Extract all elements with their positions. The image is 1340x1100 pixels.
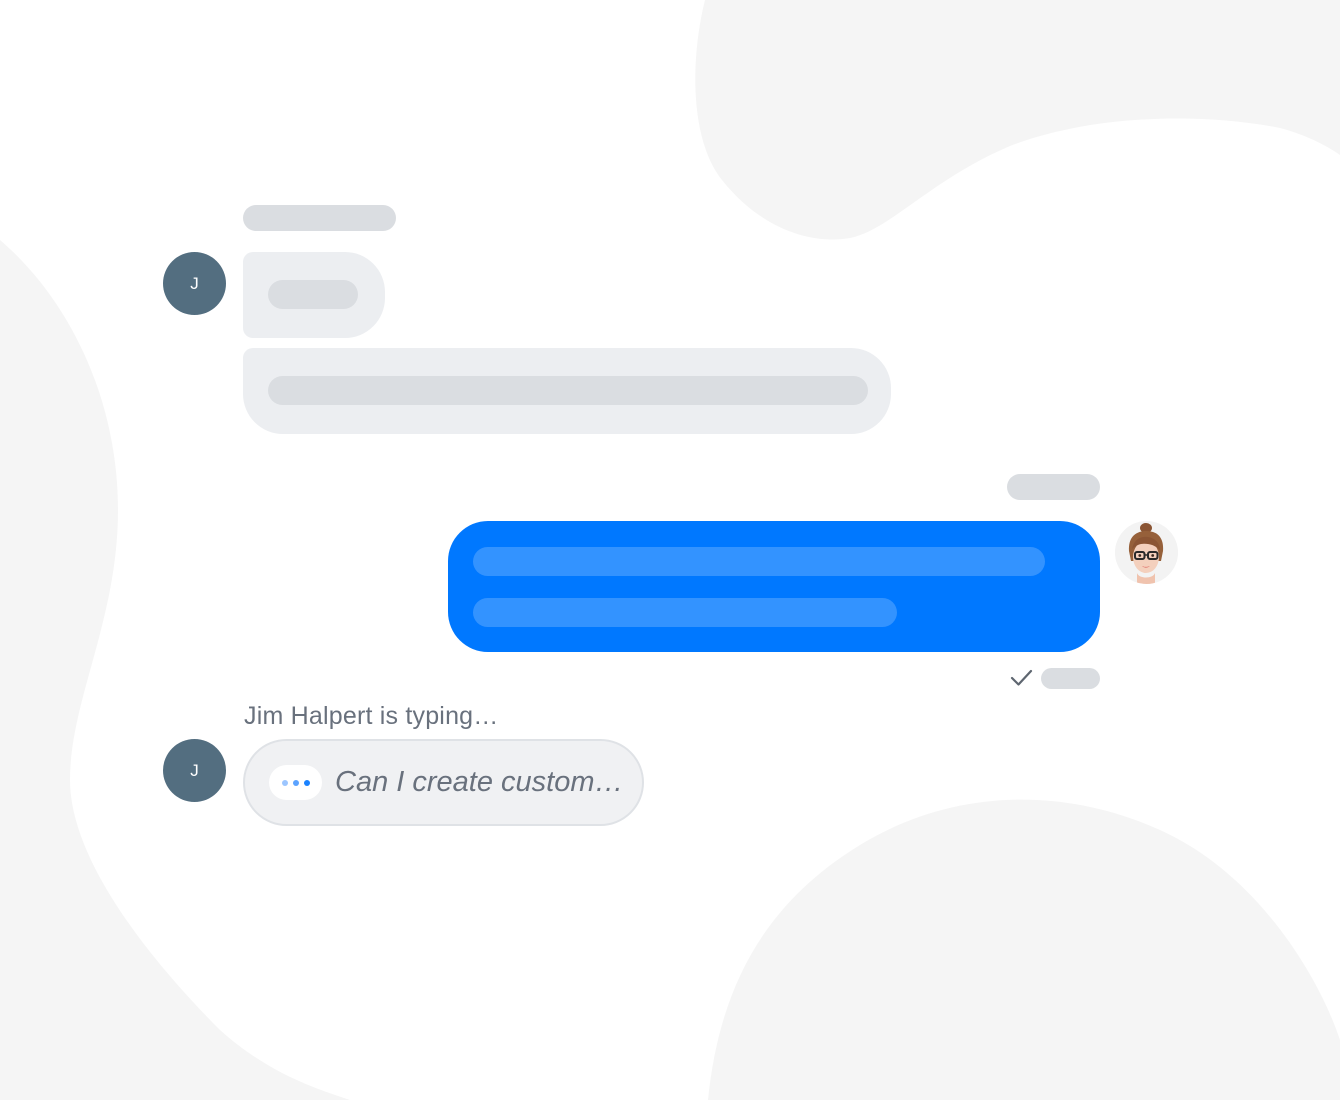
agent-avatar[interactable] [1115,521,1178,584]
check-icon [1010,669,1033,686]
typing-dot [303,779,310,786]
blob-top-right [695,0,1340,240]
typing-dot [281,779,288,786]
message-timestamp-placeholder [1041,668,1100,689]
typing-dots-icon [269,765,322,800]
agent-photo-icon [1115,521,1178,584]
typing-preview-bubble: Can I create custom… [243,739,644,826]
avatar-initial: J [190,273,199,293]
blob-bottom-right [708,799,1340,1100]
incoming-message-bubble-short [243,252,385,338]
typing-user-avatar[interactable]: J [163,739,226,802]
incoming-sender-name-placeholder [243,205,396,231]
incoming-avatar[interactable]: J [163,252,226,315]
message-text-placeholder-line-1 [473,547,1045,576]
outgoing-message-bubble [448,521,1100,652]
avatar-initial: J [190,760,199,780]
typing-preview-text: Can I create custom… [335,766,624,798]
typing-dot [292,779,299,786]
incoming-message-bubble-long [243,348,891,434]
outgoing-sender-name-placeholder [1007,474,1100,500]
typing-status-label: Jim Halpert is typing… [244,702,499,730]
message-text-placeholder [268,280,358,309]
message-text-placeholder [268,376,868,405]
message-text-placeholder-line-2 [473,598,897,627]
